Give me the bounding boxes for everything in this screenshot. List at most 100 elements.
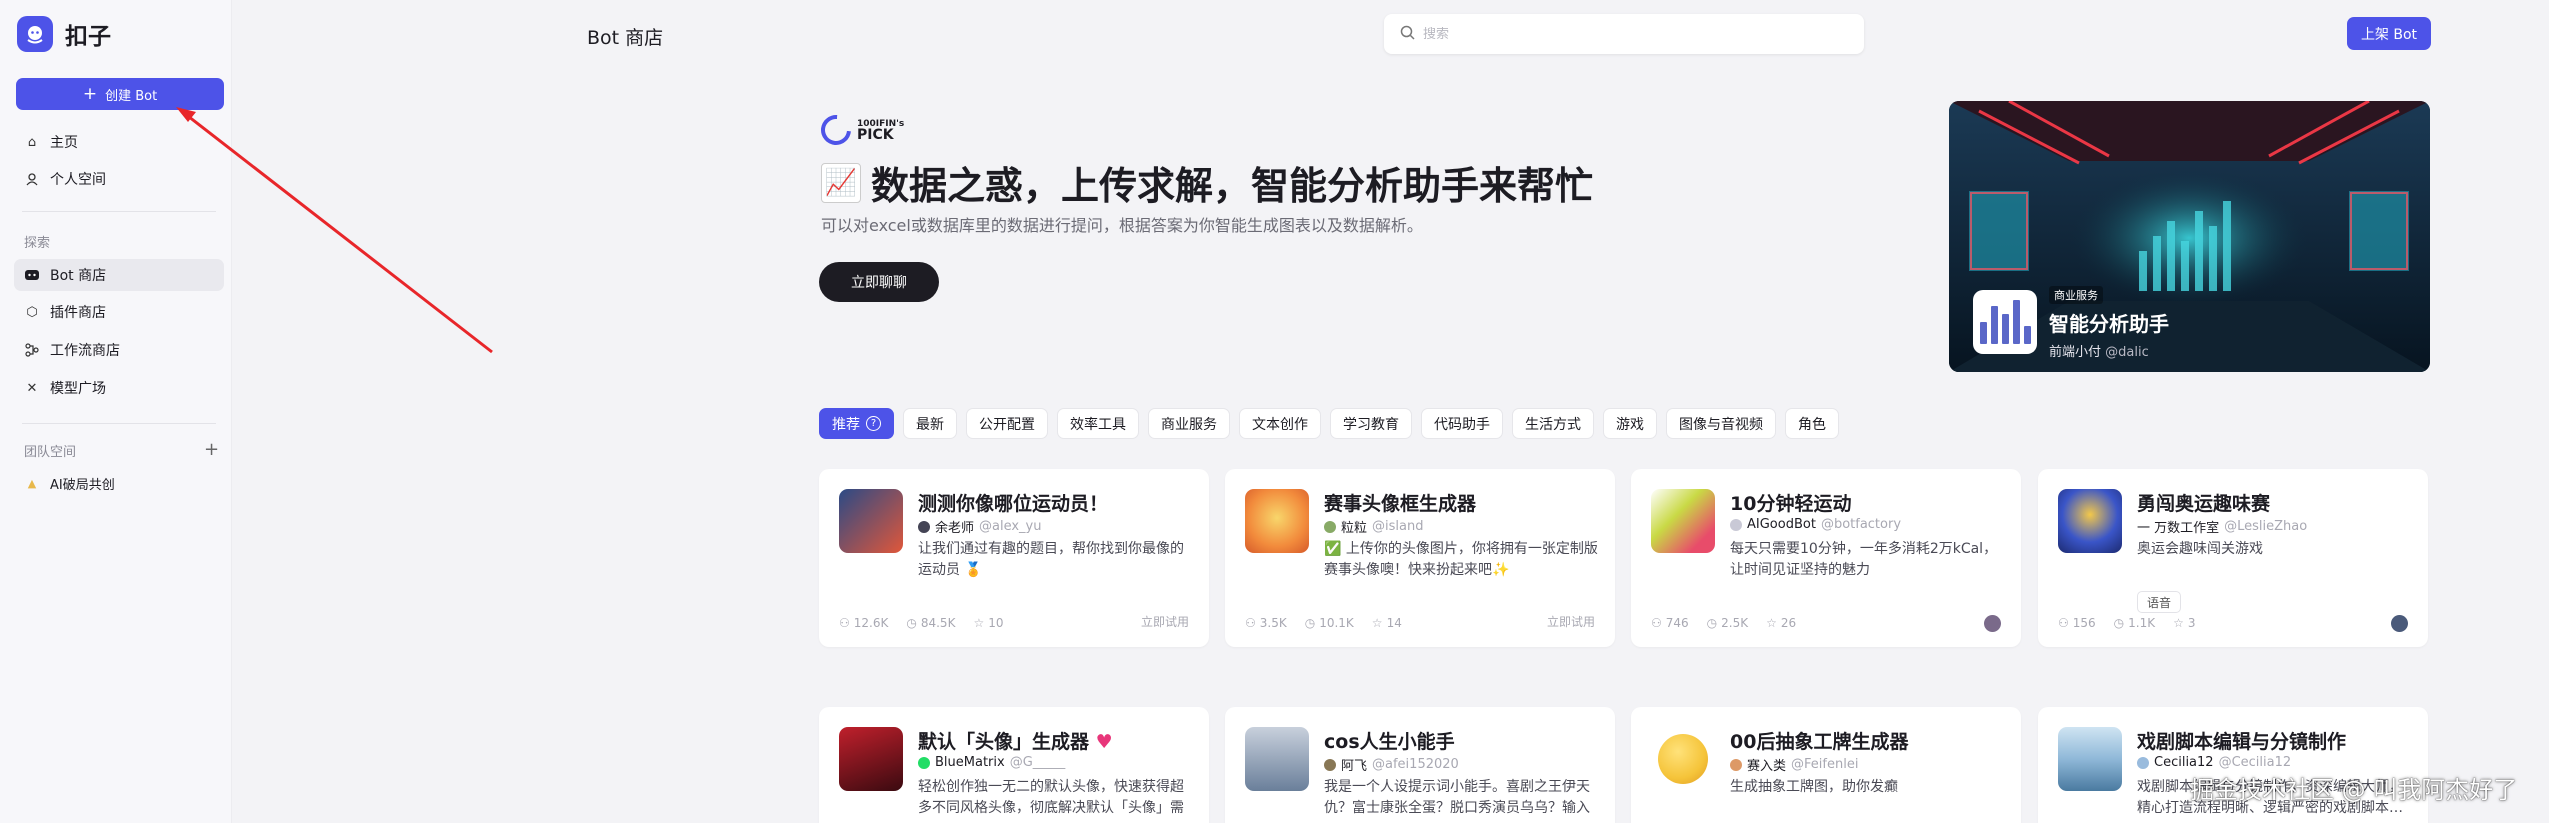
author-handle: @dalic	[2105, 345, 2149, 360]
bot-author: 粒粒 @island	[1324, 517, 1423, 536]
bar-chart-icon	[1973, 290, 2037, 354]
bot-name: 赛事头像框生成器	[1324, 493, 1477, 515]
chats-count: 84.5K	[920, 616, 956, 630]
hero-app-name: 智能分析助手	[2049, 312, 2169, 336]
bot-avatar	[2058, 489, 2122, 553]
category-tab[interactable]: 最新	[903, 408, 957, 439]
sidebar-item-personal[interactable]: 个人空间	[14, 163, 224, 195]
model-icon: ✕	[26, 380, 38, 396]
bot-icon	[24, 267, 40, 283]
bot-avatar	[1245, 489, 1309, 553]
try-now-link[interactable]: 立即试用	[1141, 613, 1189, 630]
category-tab[interactable]: 推荐?	[819, 408, 894, 439]
bot-card[interactable]: 测测你像哪位运动员！ 余老师 @alex_yu 让我们通过有趣的题目，帮你找到你最…	[819, 469, 1209, 647]
team-section-label: 团队空间	[24, 445, 77, 460]
bot-name: 测测你像哪位运动员！	[918, 493, 1109, 515]
bot-description: ✅ 上传你的头像图片，你将拥有一张定制版赛事头像噢！快来扮起来吧✨	[1324, 541, 1598, 578]
hero-title: 📈 数据之惑，上传求解，智能分析助手来帮忙	[821, 155, 1593, 210]
workflow-icon	[24, 342, 40, 358]
bot-name: 默认「头像」生成器 ♥	[918, 727, 1113, 754]
question-icon[interactable]: ?	[866, 416, 881, 431]
creator-avatar[interactable]	[2391, 615, 2408, 632]
bot-card[interactable]: 勇闯奥运趣味赛 一 万数工作室 @LeslieZhao 奥运会趣味闯关游戏 语音 …	[2038, 469, 2428, 647]
voice-chip: 语音	[2137, 591, 2182, 613]
bot-name-text: 默认「头像」生成器	[918, 731, 1090, 753]
bot-stats: ⚇ 12.6K ◷ 84.5K ☆ 10	[839, 616, 1003, 630]
author-name: 前端小付	[2049, 345, 2102, 360]
sidebar-item-label: 插件商店	[50, 305, 106, 321]
users-count: 12.6K	[853, 616, 889, 630]
main-content: Bot 商店 上架 Bot 100IFIN'sPICK 📈 数据之惑，上传求解，…	[232, 0, 2549, 823]
try-now-link[interactable]: 立即试用	[1547, 613, 1595, 630]
create-bot-button[interactable]: + 创建 Bot	[16, 78, 224, 110]
creator-avatar[interactable]	[1984, 615, 2001, 632]
bot-card[interactable]: 10分钟轻运动 AIGoodBot @botfactory 每天只需要10分钟，一…	[1631, 469, 2021, 647]
add-team-icon[interactable]: +	[204, 441, 219, 459]
category-tab[interactable]: 图像与音视频	[1666, 408, 1776, 439]
bot-card[interactable]: 赛事头像框生成器 粒粒 @island ✅ 上传你的头像图片，你将拥有一张定制版赛…	[1225, 469, 1615, 647]
pick-badge: 100IFIN's PICK	[814, 108, 904, 152]
bot-card[interactable]: cos人生小能手 阿飞 @afei152020 我是一个人设提示词小能手。喜剧之王…	[1225, 707, 1615, 823]
bot-avatar	[1651, 489, 1715, 553]
heart-icon: ♥	[1095, 731, 1113, 753]
app-name: 扣子	[65, 24, 111, 50]
bot-author: BlueMatrix @G_____	[918, 755, 1065, 770]
category-tab[interactable]: 代码助手	[1421, 408, 1503, 439]
sidebar-item-workflow-store[interactable]: 工作流商店	[14, 334, 224, 366]
app-logo[interactable]: 扣子	[17, 16, 111, 52]
author-avatar-icon	[1730, 758, 1742, 771]
home-icon: ⌂	[27, 134, 37, 150]
chats-count: 2.5K	[1721, 616, 1749, 630]
bot-stats: ⚇ 156 ◷ 1.1K ☆ 3	[2058, 616, 2196, 630]
users-stat: ⚇ 746	[1651, 616, 1689, 630]
hero-title-text: 数据之惑，上传求解，智能分析助手来帮忙	[871, 164, 1594, 208]
category-tab[interactable]: 游戏	[1603, 408, 1657, 439]
bot-stats: ⚇ 746 ◷ 2.5K ☆ 26	[1651, 616, 1796, 630]
sidebar-item-team[interactable]: ▲ AI破局共创	[14, 467, 224, 499]
author-avatar-icon	[918, 520, 930, 533]
chats-count: 1.1K	[2128, 616, 2156, 630]
category-tab[interactable]: 学习教育	[1330, 408, 1412, 439]
category-tabs: 推荐? 最新 公开配置 效率工具 商业服务 文本创作 学习教育 代码助手 生活方…	[819, 408, 1839, 439]
chat-now-button[interactable]: 立即聊聊	[819, 262, 939, 302]
bot-author: Cecilia12 @Cecilia12	[2137, 755, 2291, 770]
bot-description: 每天只需要10分钟，一年多消耗2万kCal，让时间见证坚持的魅力	[1730, 541, 1998, 578]
sidebar-item-label: 主页	[50, 135, 78, 151]
search-input[interactable]	[1423, 26, 1843, 42]
publish-bot-button[interactable]: 上架 Bot	[2347, 17, 2431, 50]
hero-app-author: 前端小付 @dalic	[2049, 341, 2169, 360]
category-tab[interactable]: 角色	[1785, 408, 1839, 439]
category-tab[interactable]: 生活方式	[1512, 408, 1594, 439]
bot-author: 一 万数工作室 @LeslieZhao	[2137, 517, 2307, 536]
sidebar-item-home[interactable]: ⌂ 主页	[14, 126, 224, 158]
create-bot-label: 创建 Bot	[105, 88, 158, 104]
sidebar-item-bot-store[interactable]: Bot 商店	[14, 259, 224, 291]
author-avatar-icon	[1324, 520, 1336, 533]
category-tab[interactable]: 公开配置	[966, 408, 1048, 439]
bot-avatar	[1651, 727, 1715, 791]
author-name: 粒粒	[1341, 521, 1368, 536]
bot-card[interactable]: 00后抽象工牌生成器 赛入类 @Feifenlei 生成抽象工牌图，助你发癫	[1631, 707, 2021, 823]
search-icon	[1400, 25, 1415, 44]
bot-card[interactable]: 默认「头像」生成器 ♥ BlueMatrix @G_____ 轻松创作独一无二的默…	[819, 707, 1209, 823]
sidebar-item-model-square[interactable]: ✕ 模型广场	[14, 372, 224, 404]
sidebar-item-label: Bot 商店	[50, 268, 107, 284]
author-handle: @island	[1372, 519, 1424, 534]
category-tab[interactable]: 文本创作	[1239, 408, 1321, 439]
stars-count: 10	[988, 616, 1004, 630]
bot-author: 余老师 @alex_yu	[918, 517, 1042, 536]
sidebar-divider	[22, 211, 216, 212]
hero-app-info[interactable]: 商业服务 智能分析助手 前端小付 @dalic	[1973, 284, 2169, 360]
grinning-face-icon	[1658, 734, 1708, 784]
users-count: 156	[2072, 616, 2096, 630]
author-name: Cecilia12	[2154, 755, 2214, 770]
search-bar[interactable]	[1384, 14, 1864, 54]
sidebar-item-plugin-store[interactable]: ⬡ 插件商店	[14, 296, 224, 328]
stars-stat: ☆ 10	[973, 616, 1004, 630]
coze-logo-icon	[17, 16, 53, 52]
plus-icon: +	[82, 84, 98, 104]
category-tab[interactable]: 商业服务	[1148, 408, 1230, 439]
category-tab[interactable]: 效率工具	[1057, 408, 1139, 439]
bot-card[interactable]: 戏剧脚本编辑与分镜制作 Cecilia12 @Cecilia12 戏剧脚本编辑与分…	[2038, 707, 2428, 823]
bot-description: 生成抽象工牌图，助你发癫	[1730, 779, 1898, 795]
